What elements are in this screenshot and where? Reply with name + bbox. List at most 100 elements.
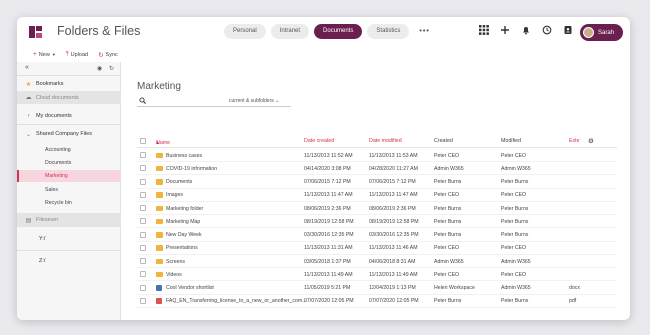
tab-documents[interactable]: Documents [314, 24, 363, 39]
new-button[interactable]: + New ▼ [33, 51, 56, 58]
action-toolbar: + New ▼ ⤒ Upload ↻ Sync [17, 47, 630, 62]
folder-icon [156, 192, 163, 198]
date-created: 11/13/2013 11:52 AM [304, 152, 353, 159]
contacts-icon[interactable] [563, 25, 573, 35]
pdf-file-icon [156, 298, 162, 304]
created-by: Peter Burns [434, 179, 462, 185]
plus-icon[interactable] [500, 25, 510, 35]
tab-personal[interactable]: Personal [224, 24, 266, 39]
table-row[interactable]: Screens 03/05/2018 1:37 PM 04/06/2018 8:31… [137, 255, 617, 268]
row-checkbox[interactable] [140, 271, 146, 278]
sidebar-item-my-documents[interactable]: › My documents [17, 110, 121, 122]
file-name[interactable]: Marketing Map [166, 219, 200, 225]
row-checkbox[interactable] [140, 284, 146, 291]
file-name[interactable]: Videos [166, 272, 182, 278]
file-name[interactable]: Images [166, 192, 183, 198]
app-logo-icon[interactable] [29, 26, 42, 38]
sidebar-item-label: Cloud documents [36, 94, 79, 101]
tab-statistics[interactable]: Statistics [367, 24, 410, 39]
row-checkbox[interactable] [140, 152, 146, 158]
sidebar-subitem-accounting[interactable]: Accounting [17, 144, 121, 156]
row-checkbox[interactable] [140, 244, 146, 251]
sidebar-item-filesever[interactable]: ▤ Filesever [17, 213, 121, 227]
sidebar-item-drive-z[interactable]: Z:/ [17, 255, 121, 267]
sidebar-subitem-sales[interactable]: Sales [17, 184, 121, 196]
row-checkbox[interactable] [140, 165, 146, 172]
eye-icon[interactable]: ◉ [97, 65, 102, 72]
table-row[interactable]: Images 11/13/2013 11:47 AM 11/13/2013 11:4… [137, 189, 617, 202]
collapse-sidebar-button[interactable]: « [25, 64, 29, 71]
sidebar-subitem-recycle-bin[interactable]: Recycle bin [17, 197, 121, 209]
created-by: Helen Workspace [434, 285, 475, 291]
created-by: Admin W365 [434, 165, 464, 172]
row-checkbox[interactable] [140, 178, 146, 185]
sidebar-item-shared-company-files[interactable]: ⌄ Shared Company Files [17, 128, 121, 140]
sidebar-item-label: Filesever [36, 217, 59, 223]
file-name[interactable]: Screens [166, 259, 185, 265]
folder-icon [156, 179, 163, 185]
column-header-date-modified[interactable]: Date modified [369, 138, 402, 144]
select-all-checkbox[interactable] [140, 138, 146, 144]
clock-icon[interactable] [542, 25, 552, 35]
file-name[interactable]: New Day Week [166, 232, 202, 238]
row-checkbox[interactable] [140, 258, 146, 264]
file-name[interactable]: Cool Vendor shortlist [166, 285, 214, 291]
column-header-date-created[interactable]: Date created [304, 138, 334, 144]
user-menu-button[interactable]: Sarah [580, 24, 623, 41]
row-checkbox[interactable] [140, 231, 146, 238]
table-row[interactable]: Marketing Map 08/19/2019 12:58 PM 08/19/20… [137, 215, 617, 229]
sidebar-item-cloud-documents[interactable]: ☁ Cloud documents [17, 91, 121, 104]
folder-icon [156, 165, 163, 172]
sync-button[interactable]: ↻ Sync [98, 51, 118, 59]
table-row[interactable]: Business cases 11/13/2013 11:52 AM 11/13/2… [137, 149, 617, 162]
sort-asc-icon: ▴ [156, 140, 159, 146]
created-by: Peter Burns [434, 205, 462, 212]
date-modified: 11/13/2013 11:46 AM [369, 245, 418, 252]
search-input[interactable]: current & subfolders ⌄ [137, 96, 291, 107]
file-name[interactable]: Business cases [166, 153, 202, 159]
gear-icon[interactable]: ⚙ [588, 137, 594, 145]
bell-icon[interactable] [521, 25, 531, 35]
column-header-extension[interactable]: Exte [569, 138, 580, 144]
star-icon: ★ [25, 81, 32, 88]
file-name[interactable]: FAQ_EN_Transferring_license_to_a_new_or_… [166, 298, 307, 304]
date-created: 07/06/2015 7:12 PM [304, 179, 351, 185]
file-name[interactable]: Marketing folder [166, 206, 203, 212]
table-row[interactable]: Cool Vendor shortlist 11/05/2019 5:21 PM 1… [137, 282, 617, 295]
row-checkbox[interactable] [140, 218, 146, 225]
folder-icon [156, 245, 163, 251]
column-header-modified[interactable]: Modified [501, 138, 521, 144]
tab-intranet[interactable]: Intranet [270, 24, 310, 39]
table-row[interactable]: COVID-19 information 04/14/2020 3:08 PM 04… [137, 162, 617, 176]
row-checkbox[interactable] [140, 205, 146, 211]
file-name[interactable]: COVID-19 information [166, 166, 217, 172]
table-row[interactable]: Documents 07/06/2015 7:12 PM 07/06/2015 7:… [137, 176, 617, 189]
upload-button[interactable]: ⤒ Upload [66, 51, 88, 59]
more-tabs-button[interactable]: ••• [414, 24, 434, 39]
plus-icon: + [33, 51, 37, 58]
table-row[interactable]: Marketing folder 08/06/2019 2:36 PM 08/06/… [137, 202, 617, 215]
column-header-created[interactable]: Created [434, 138, 453, 144]
refresh-icon[interactable]: ↻ [109, 65, 114, 72]
sidebar-item-bookmarks[interactable]: ★ Bookmarks [17, 78, 121, 90]
created-by: Peter Burns [434, 232, 462, 238]
sidebar-subitem-marketing[interactable]: Marketing [17, 170, 121, 182]
row-checkbox[interactable] [140, 297, 146, 304]
table-row[interactable]: Videos 11/13/2013 11:49 AM 11/13/2013 11:4… [137, 268, 617, 282]
row-checkbox[interactable] [140, 191, 146, 198]
apps-grid-icon[interactable] [479, 25, 489, 35]
date-modified: 03/30/2016 12:35 PM [369, 232, 419, 238]
table-row[interactable]: FAQ_EN_Transferring_license_to_a_new_or_… [137, 295, 617, 308]
search-scope-select[interactable]: current & subfolders ⌄ [229, 98, 279, 104]
table-row[interactable]: Presentations 11/13/2013 11:31 AM 11/13/20… [137, 242, 617, 255]
top-bar: Folders & Files Personal Intranet Docume… [17, 17, 630, 47]
file-name[interactable]: Documents [166, 179, 192, 185]
file-name[interactable]: Presentations [166, 245, 198, 251]
table-row[interactable]: New Day Week 03/30/2016 12:35 PM 03/30/201… [137, 229, 617, 242]
sidebar-subitem-documents[interactable]: Documents [17, 157, 121, 169]
page-title: Marketing [137, 81, 181, 92]
chevron-down-icon: ▼ [51, 52, 56, 57]
modified-by: Peter CEO [501, 192, 527, 199]
cloud-icon: ☁ [25, 95, 32, 101]
sidebar-item-drive-y[interactable]: Y:/ [17, 233, 121, 245]
